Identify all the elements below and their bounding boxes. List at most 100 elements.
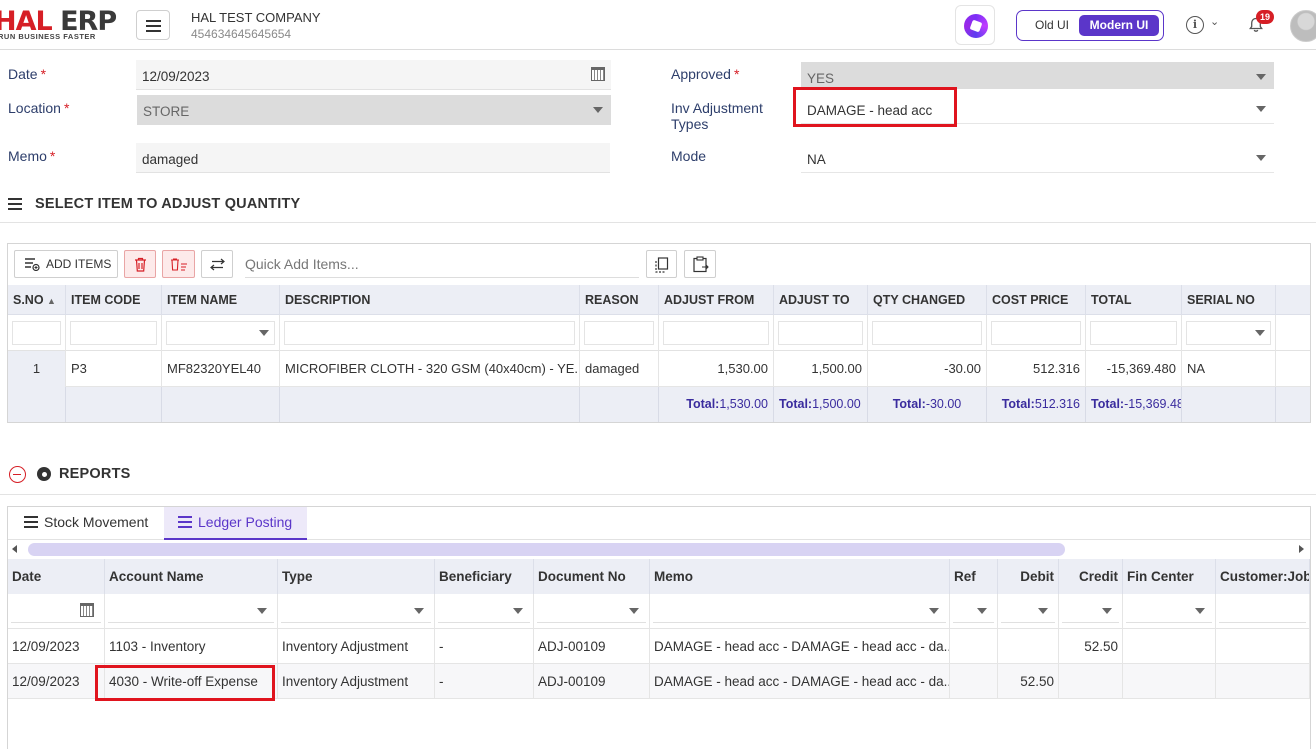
cell-document-no[interactable]: ADJ-00109 [534,664,650,699]
col-document-no[interactable]: Document No [534,559,650,594]
approved-select[interactable]: YES [801,62,1274,89]
cell-adjust-from[interactable]: 1,530.00 [659,351,774,387]
col-adjust-to[interactable]: ADJUST TO [774,285,868,315]
chevron-down-icon [1195,608,1205,614]
table-row[interactable]: 12/09/2023 1103 - Inventory Inventory Ad… [8,629,1310,664]
col-customer-job[interactable]: Customer:Job [1216,559,1310,594]
cell-type: Inventory Adjustment [278,629,435,664]
col-serial-no[interactable]: SERIAL NO [1182,285,1276,315]
cell-serial-no[interactable]: NA [1182,351,1276,387]
filter-select[interactable] [281,600,431,623]
hamburger-menu-button[interactable] [136,10,170,40]
calendar-icon[interactable] [591,67,605,81]
delete-filtered-button[interactable] [162,250,195,278]
chevron-down-icon[interactable]: ⌄ [1210,15,1219,28]
app-switcher-button[interactable] [955,5,995,45]
tab-stock-movement[interactable]: Stock Movement [10,507,164,540]
col-debit[interactable]: Debit [998,559,1059,594]
approved-label: Approved * [671,66,740,82]
cell-document-no[interactable]: ADJ-00109 [534,629,650,664]
chevron-down-icon [414,608,424,614]
col-total[interactable]: TOTAL [1086,285,1182,315]
filter-input[interactable] [584,321,654,345]
location-select[interactable]: STORE [137,95,611,125]
col-item-name[interactable]: ITEM NAME [162,285,280,315]
col-adjust-from[interactable]: ADJUST FROM [659,285,774,315]
filter-input[interactable] [284,321,575,345]
filter-input[interactable] [1090,321,1177,345]
col-beneficiary[interactable]: Beneficiary [435,559,534,594]
company-name[interactable]: HAL TEST COMPANY [191,10,321,25]
filter-select[interactable] [653,600,946,623]
col-cost-price[interactable]: COST PRICE [987,285,1086,315]
memo-field[interactable]: damaged [136,143,610,173]
old-ui-button[interactable]: Old UI [1022,15,1082,36]
quick-add-input[interactable]: Quick Add Items... [245,254,639,278]
cell-reason[interactable]: damaged [580,351,659,387]
brand-logo-icon [964,14,988,38]
col-credit[interactable]: Credit [1059,559,1123,594]
paste-button[interactable] [684,250,716,278]
add-items-button[interactable]: ADD ITEMS [14,250,118,278]
copy-button[interactable] [646,250,677,278]
filter-select[interactable] [108,600,274,623]
modern-ui-button[interactable]: Modern UI [1079,15,1159,36]
approved-value: YES [807,71,835,86]
tab-ledger-posting[interactable]: Ledger Posting [164,507,307,540]
filter-select[interactable] [1219,600,1306,623]
cell-qty-changed[interactable]: -30.00 [868,351,987,387]
filter-input[interactable] [872,321,982,345]
col-item-code[interactable]: ITEM CODE [66,285,162,315]
reports-grid: Stock Movement Ledger Posting Date Accou… [7,506,1311,749]
col-fin-center[interactable]: Fin Center [1123,559,1216,594]
highlight-box [793,87,957,127]
total-total: Total:-15,369.480 [1086,387,1182,422]
swap-arrows-icon [210,258,225,271]
col-account-name[interactable]: Account Name [105,559,278,594]
scrollbar-thumb[interactable] [28,543,1065,556]
filter-input[interactable] [663,321,769,345]
filter-input[interactable] [991,321,1081,345]
calendar-icon[interactable] [80,603,94,617]
col-type[interactable]: Type [278,559,435,594]
divider [0,222,1316,223]
cell-item-name[interactable]: MF82320YEL40 [162,351,280,387]
cell-adjust-to[interactable]: 1,500.00 [774,351,868,387]
swap-button[interactable] [201,250,233,278]
logo[interactable]: HAL ERP RUN BUSINESS FASTER [0,8,118,44]
col-sno[interactable]: S.NO ▲ [8,285,66,315]
col-reason[interactable]: REASON [580,285,659,315]
info-icon[interactable]: i [1186,16,1204,34]
cell-memo: DAMAGE - head acc - DAMAGE - head acc - … [650,664,950,699]
col-date[interactable]: Date [8,559,105,594]
horizontal-scrollbar[interactable] [8,541,1310,558]
date-field[interactable]: 12/09/2023 [136,60,611,90]
total-adjust-to: Total:1,500.00 [774,387,868,422]
filter-select[interactable] [953,600,994,623]
filter-input[interactable] [778,321,863,345]
cell-fin-center [1123,664,1216,699]
chevron-down-icon [259,330,269,336]
col-description[interactable]: DESCRIPTION [280,285,580,315]
col-ref[interactable]: Ref [950,559,998,594]
avatar[interactable] [1290,10,1316,42]
filter-input[interactable] [12,321,61,345]
cell-description[interactable]: MICROFIBER CLOTH - 320 GSM (40x40cm) - Y… [280,351,580,387]
scroll-right-icon[interactable] [1299,545,1304,553]
mode-select[interactable]: NA [801,143,1274,173]
chevron-down-icon [1102,608,1112,614]
filter-input[interactable] [70,321,157,345]
delete-button[interactable] [124,250,156,278]
col-qty-changed[interactable]: QTY CHANGED [868,285,987,315]
table-row[interactable]: 1 P3 MF82320YEL40 MICROFIBER CLOTH - 320… [8,351,1310,387]
collapse-icon[interactable] [9,466,26,483]
scroll-left-icon[interactable] [12,545,17,553]
total-cost-price: Total:512.316 [987,387,1086,422]
cell-credit: 52.50 [1059,629,1123,664]
chevron-down-icon [1256,155,1266,161]
items-totals-row: Total:1,530.00 Total:1,500.00 Total:-30.… [8,387,1310,422]
cell-cost-price[interactable]: 512.316 [987,351,1086,387]
col-memo[interactable]: Memo [650,559,950,594]
cell-total: -15,369.480 [1086,351,1182,387]
cell-item-code[interactable]: P3 [66,351,162,387]
